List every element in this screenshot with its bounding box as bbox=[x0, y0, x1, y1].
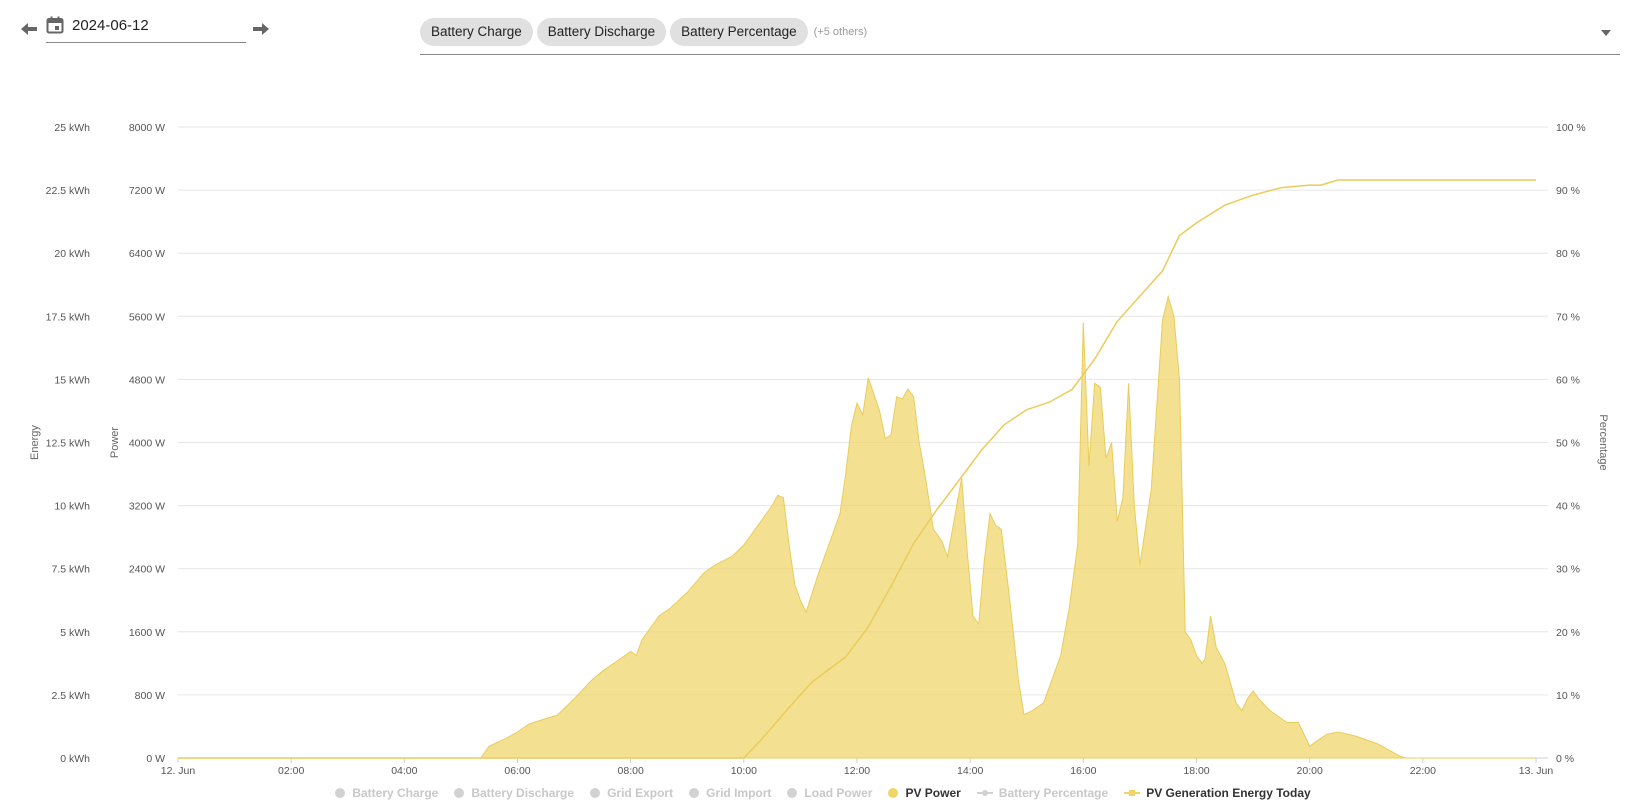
x-tick-label: 08:00 bbox=[618, 765, 644, 777]
energy-tick-label: 12.5 kWh bbox=[46, 438, 91, 450]
legend-line-square-icon bbox=[1124, 788, 1141, 798]
x-tick-label: 02:00 bbox=[278, 765, 304, 777]
legend-item[interactable]: Battery Percentage bbox=[976, 786, 1109, 800]
percentage-tick-label: 40 % bbox=[1556, 501, 1580, 513]
legend-label: Grid Export bbox=[607, 786, 674, 800]
chart-area: 0 kWh 0 W 0 % 2.5 kWh 800 W 10 % 5 kWh 1600 W 20… bbox=[29, 122, 1609, 777]
legend-item[interactable]: Battery Charge bbox=[335, 786, 438, 800]
energy-tick-label: 2.5 kWh bbox=[51, 690, 90, 702]
legend-label: Battery Percentage bbox=[998, 786, 1109, 800]
legend-label: PV Power bbox=[905, 786, 961, 800]
energy-tick-label: 22.5 kWh bbox=[46, 185, 91, 197]
x-tick-label: 20:00 bbox=[1297, 765, 1323, 777]
legend-circle-icon bbox=[335, 788, 346, 798]
x-tick-label: 22:00 bbox=[1410, 765, 1436, 777]
energy-tick-label: 5 kWh bbox=[60, 627, 90, 639]
energy-tick-label: 17.5 kWh bbox=[46, 311, 91, 323]
percentage-tick-label: 50 % bbox=[1556, 438, 1580, 450]
legend-item[interactable]: PV Generation Energy Today bbox=[1124, 786, 1311, 800]
legend-label: Battery Discharge bbox=[471, 786, 575, 800]
pv-power-area bbox=[178, 294, 1536, 759]
power-tick-label: 5600 W bbox=[129, 311, 165, 323]
x-tick-label: 16:00 bbox=[1070, 765, 1096, 777]
chart-legend: Battery Charge Battery Discharge Grid Expo… bbox=[0, 786, 1646, 806]
legend-item[interactable]: Grid Export bbox=[590, 786, 673, 800]
percentage-tick-label: 100 % bbox=[1556, 122, 1586, 134]
x-tick-label: 04:00 bbox=[391, 765, 417, 777]
energy-tick-label: 25 kWh bbox=[54, 122, 90, 134]
percentage-tick-label: 70 % bbox=[1556, 311, 1580, 323]
x-tick-label: 14:00 bbox=[957, 765, 983, 777]
power-tick-label: 7200 W bbox=[129, 185, 165, 197]
power-tick-label: 2400 W bbox=[129, 564, 165, 576]
legend-line-circle-icon bbox=[976, 788, 993, 798]
power-axis-title: Power bbox=[109, 427, 121, 459]
legend-item[interactable]: Load Power bbox=[787, 786, 872, 800]
power-tick-label: 1600 W bbox=[129, 627, 165, 639]
percentage-tick-label: 0 % bbox=[1556, 753, 1574, 765]
percentage-tick-label: 90 % bbox=[1556, 185, 1580, 197]
energy-tick-label: 10 kWh bbox=[54, 501, 90, 513]
legend-circle-icon bbox=[787, 788, 798, 798]
percentage-tick-label: 30 % bbox=[1556, 564, 1580, 576]
percentage-tick-label: 10 % bbox=[1556, 690, 1580, 702]
legend-item[interactable]: Grid Import bbox=[689, 786, 771, 800]
legend-circle-icon bbox=[590, 788, 601, 798]
percentage-tick-label: 80 % bbox=[1556, 248, 1580, 260]
power-tick-label: 8000 W bbox=[129, 122, 165, 134]
legend-item[interactable]: Battery Discharge bbox=[454, 786, 574, 800]
power-tick-label: 0 W bbox=[146, 753, 165, 765]
x-tick-label: 06:00 bbox=[504, 765, 530, 777]
x-tick-label: 12. Jun bbox=[161, 765, 196, 777]
power-tick-label: 4800 W bbox=[129, 374, 165, 386]
legend-label: Load Power bbox=[804, 786, 873, 800]
x-tick-label: 10:00 bbox=[731, 765, 757, 777]
energy-tick-label: 20 kWh bbox=[54, 248, 90, 260]
power-tick-label: 3200 W bbox=[129, 501, 165, 513]
energy-axis-title: Energy bbox=[29, 425, 41, 460]
x-tick-label: 18:00 bbox=[1183, 765, 1209, 777]
legend-item[interactable]: PV Power bbox=[888, 786, 961, 800]
energy-tick-label: 15 kWh bbox=[54, 374, 90, 386]
power-tick-label: 800 W bbox=[135, 690, 165, 702]
legend-circle-icon bbox=[454, 788, 465, 798]
legend-label: Battery Charge bbox=[352, 786, 439, 800]
percentage-tick-label: 20 % bbox=[1556, 627, 1580, 639]
legend-circle-icon bbox=[689, 788, 700, 798]
power-tick-label: 4000 W bbox=[129, 438, 165, 450]
x-tick-label: 12:00 bbox=[844, 765, 870, 777]
legend-label: Grid Import bbox=[706, 786, 772, 800]
power-tick-label: 6400 W bbox=[129, 248, 165, 260]
energy-tick-label: 0 kWh bbox=[60, 753, 90, 765]
percentage-axis-title: Percentage bbox=[1597, 414, 1609, 470]
energy-tick-label: 7.5 kWh bbox=[51, 564, 90, 576]
percentage-tick-label: 60 % bbox=[1556, 374, 1580, 386]
x-tick-label: 13. Jun bbox=[1519, 765, 1554, 777]
legend-circle-icon bbox=[888, 788, 899, 798]
legend-label: PV Generation Energy Today bbox=[1146, 786, 1311, 800]
